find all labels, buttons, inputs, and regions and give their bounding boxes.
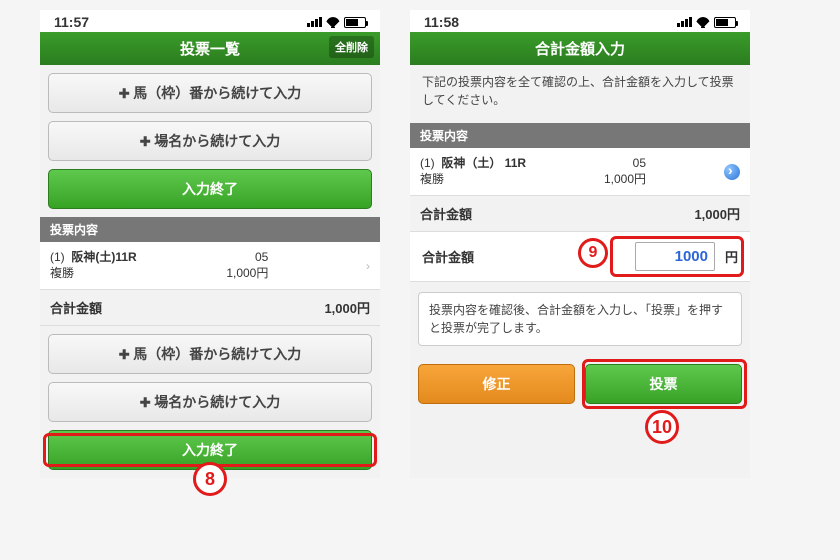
vote-section-header: 投票内容 [410, 123, 750, 148]
status-time: 11:58 [424, 14, 459, 30]
header-title: 投票一覧 [180, 41, 240, 58]
finish-input-button[interactable]: 入力終了 [48, 169, 372, 209]
wifi-icon [696, 17, 710, 28]
finish-input-button-2[interactable]: 入力終了 [48, 430, 372, 470]
signal-icon [307, 17, 322, 27]
status-time: 11:57 [54, 14, 89, 30]
total-row: 合計金額 1,000円 [40, 290, 380, 326]
phone-left: 11:57 投票一覧 全削除 馬（枠）番から続けて入力 場名から続けて入力 入力… [40, 10, 380, 478]
instruction-text: 下記の投票内容を全て確認の上、合計金額を入力して投票してください。 [410, 65, 750, 117]
add-from-place-button-2[interactable]: 場名から続けて入力 [48, 382, 372, 422]
delete-all-button[interactable]: 全削除 [329, 36, 374, 58]
fix-button[interactable]: 修正 [418, 364, 575, 404]
total-amount-input[interactable] [635, 242, 715, 271]
vote-row[interactable]: (1) 阪神(土)11R 複勝 05 1,000円 › [40, 242, 380, 290]
battery-icon [344, 17, 366, 28]
phone-right: 11:58 合計金額入力 下記の投票内容を全て確認の上、合計金額を入力して投票し… [410, 10, 750, 478]
amount-input-line: 合計金額 円 9 [410, 232, 750, 282]
page-header: 合計金額入力 [410, 32, 750, 65]
battery-icon [714, 17, 736, 28]
vote-section-header: 投票内容 [40, 217, 380, 242]
note-box: 投票内容を確認後、合計金額を入力し、「投票」を押すと投票が完了します。 [418, 292, 742, 346]
add-from-horse-button-2[interactable]: 馬（枠）番から続けて入力 [48, 334, 372, 374]
status-bar: 11:58 [410, 10, 750, 32]
signal-icon [677, 17, 692, 27]
vote-row[interactable]: (1) 阪神（土） 11R 複勝 05 1,000円 [410, 148, 750, 196]
status-bar: 11:57 [40, 10, 380, 32]
add-from-place-button[interactable]: 場名から続けて入力 [48, 121, 372, 161]
detail-arrow-icon[interactable] [724, 164, 740, 180]
callout-10: 10 [645, 410, 679, 444]
vote-button[interactable]: 投票 [585, 364, 742, 404]
wifi-icon [326, 17, 340, 28]
add-from-horse-button[interactable]: 馬（枠）番から続けて入力 [48, 73, 372, 113]
header-title: 合計金額入力 [535, 41, 625, 58]
chevron-right-icon: › [366, 259, 370, 273]
page-header: 投票一覧 全削除 [40, 32, 380, 65]
total-row: 合計金額 1,000円 [410, 196, 750, 232]
